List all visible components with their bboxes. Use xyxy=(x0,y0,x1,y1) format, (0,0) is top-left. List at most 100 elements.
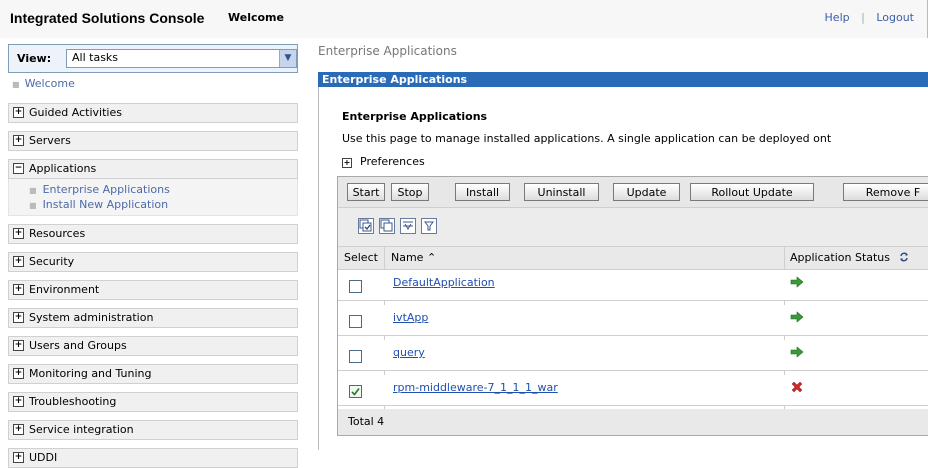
console-brand: Integrated Solutions Console xyxy=(10,10,205,26)
collapse-icon[interactable]: − xyxy=(13,162,24,174)
sidebar-welcome-label: Welcome xyxy=(24,77,75,90)
sidebar-item-servers[interactable]: + Servers xyxy=(8,131,298,151)
application-link[interactable]: DefaultApplication xyxy=(393,276,495,289)
navigation-sidebar: View: All tasks ▼ ■ Welcome + Guided Activ… xyxy=(8,44,298,468)
expand-icon[interactable]: + xyxy=(13,134,24,146)
row-select-checkbox[interactable] xyxy=(349,350,362,363)
refresh-icon[interactable] xyxy=(898,251,910,263)
sidebar-item-uddi[interactable]: + UDDI xyxy=(8,448,298,468)
clear-filter-icon[interactable] xyxy=(421,218,437,234)
bullet-icon: ■ xyxy=(12,80,20,89)
sidebar-item-users-and-groups[interactable]: + Users and Groups xyxy=(8,336,298,356)
expand-icon[interactable]: + xyxy=(13,255,24,267)
sidebar-item-label: Troubleshooting xyxy=(29,395,117,408)
rollout-update-button[interactable]: Rollout Update xyxy=(690,183,814,201)
table-row: rpm-middleware-7_1_1_1_war xyxy=(338,375,928,406)
stop-button[interactable]: Stop xyxy=(391,183,429,201)
submenu-item-enterprise-applications[interactable]: ■ Enterprise Applications xyxy=(29,183,297,198)
uninstall-button[interactable]: Uninstall xyxy=(524,183,599,201)
sidebar-item-guided-activities[interactable]: + Guided Activities xyxy=(8,103,298,123)
table-row: DefaultApplication xyxy=(338,270,928,301)
sidebar-item-label: UDDI xyxy=(29,451,58,464)
install-button[interactable]: Install xyxy=(455,183,510,201)
bullet-icon: ■ xyxy=(29,201,37,210)
table-icon-bar xyxy=(338,208,928,247)
sidebar-item-label: Servers xyxy=(29,134,71,147)
row-select-checkbox[interactable] xyxy=(349,280,362,293)
expand-icon[interactable]: + xyxy=(13,451,24,463)
sidebar-item-label: Service integration xyxy=(29,423,134,436)
chevron-down-icon[interactable]: ▼ xyxy=(279,50,296,67)
row-select-checkbox[interactable] xyxy=(349,385,362,398)
sidebar-item-label: Applications xyxy=(29,162,97,175)
remove-file-button[interactable]: Remove F xyxy=(843,183,928,201)
expand-icon[interactable]: + xyxy=(13,283,24,295)
update-button[interactable]: Update xyxy=(613,183,680,201)
sidebar-item-label: Environment xyxy=(29,283,100,296)
status-column-header: Application Status xyxy=(790,247,910,269)
header-page-title: Welcome xyxy=(228,11,284,24)
breadcrumb: Enterprise Applications xyxy=(318,44,457,58)
show-filter-icon[interactable] xyxy=(400,218,416,234)
preferences-toggle[interactable]: + Preferences xyxy=(342,155,425,168)
select-all-icon[interactable] xyxy=(358,218,374,234)
submenu-item-install-new-application[interactable]: ■ Install New Application xyxy=(29,198,297,213)
table-total: Total 4 xyxy=(338,409,928,435)
view-select-value: All tasks xyxy=(72,51,119,64)
sidebar-item-troubleshooting[interactable]: + Troubleshooting xyxy=(8,392,298,412)
expand-icon[interactable]: + xyxy=(13,395,24,407)
sidebar-item-service-integration[interactable]: + Service integration xyxy=(8,420,298,440)
expand-icon[interactable]: + xyxy=(13,311,24,323)
preferences-label: Preferences xyxy=(360,155,425,168)
sidebar-item-label: Resources xyxy=(29,227,86,240)
deselect-all-icon[interactable] xyxy=(379,218,395,234)
checkmark-icon xyxy=(351,388,360,396)
top-header: Integrated Solutions Console Welcome Hel… xyxy=(0,0,928,38)
sidebar-item-label: Guided Activities xyxy=(29,106,122,119)
view-select[interactable]: All tasks ▼ xyxy=(66,49,297,68)
help-link[interactable]: Help xyxy=(825,11,850,24)
expand-icon[interactable]: + xyxy=(13,339,24,351)
running-arrow-icon xyxy=(790,275,804,289)
page-description: Use this page to manage installed applic… xyxy=(342,132,832,145)
sidebar-item-environment[interactable]: + Environment xyxy=(8,280,298,300)
application-link[interactable]: query xyxy=(393,346,425,359)
expand-icon: + xyxy=(342,158,352,168)
submenu-item-label: Install New Application xyxy=(42,198,169,211)
expand-icon[interactable]: + xyxy=(13,367,24,379)
sidebar-item-applications[interactable]: − Applications xyxy=(8,159,298,179)
sidebar-welcome[interactable]: ■ Welcome xyxy=(8,77,298,97)
sidebar-item-resources[interactable]: + Resources xyxy=(8,224,298,244)
expand-icon[interactable]: + xyxy=(13,423,24,435)
view-selector-row: View: All tasks ▼ xyxy=(8,44,298,73)
portlet-title-bar: Enterprise Applications xyxy=(318,72,928,87)
action-button-bar: Start Stop Install Uninstall Update Roll… xyxy=(338,177,928,208)
name-column-header[interactable]: Name ⌃ xyxy=(391,247,436,269)
expand-icon[interactable]: + xyxy=(13,106,24,118)
sidebar-item-monitoring-and-tuning[interactable]: + Monitoring and Tuning xyxy=(8,364,298,384)
application-link[interactable]: ivtApp xyxy=(393,311,428,324)
row-select-checkbox[interactable] xyxy=(349,315,362,328)
table-header: Select Name ⌃ Application Status xyxy=(338,247,928,270)
sidebar-item-security[interactable]: + Security xyxy=(8,252,298,272)
section-title: Enterprise Applications xyxy=(342,110,488,123)
view-label: View: xyxy=(17,52,52,65)
running-arrow-icon xyxy=(790,310,804,324)
application-link[interactable]: rpm-middleware-7_1_1_1_war xyxy=(393,381,558,394)
sidebar-item-system-administration[interactable]: + System administration xyxy=(8,308,298,328)
select-column-header: Select xyxy=(344,251,378,264)
running-arrow-icon xyxy=(790,345,804,359)
sidebar-item-label: Monitoring and Tuning xyxy=(29,367,152,380)
expand-icon[interactable]: + xyxy=(13,227,24,239)
sidebar-item-label: System administration xyxy=(29,311,154,324)
bullet-icon: ■ xyxy=(29,186,37,195)
status-column-label: Application Status xyxy=(790,251,891,264)
header-separator: | xyxy=(861,11,865,24)
applications-submenu: ■ Enterprise Applications ■ Install New App… xyxy=(8,179,298,216)
sidebar-item-label: Security xyxy=(29,255,75,268)
start-button[interactable]: Start xyxy=(347,183,385,201)
header-links: Help | Logout xyxy=(825,11,914,24)
logout-link[interactable]: Logout xyxy=(876,11,914,24)
nav-list: + Guided Activities + Servers − Applications ■… xyxy=(8,103,298,468)
stopped-x-icon xyxy=(790,380,804,394)
